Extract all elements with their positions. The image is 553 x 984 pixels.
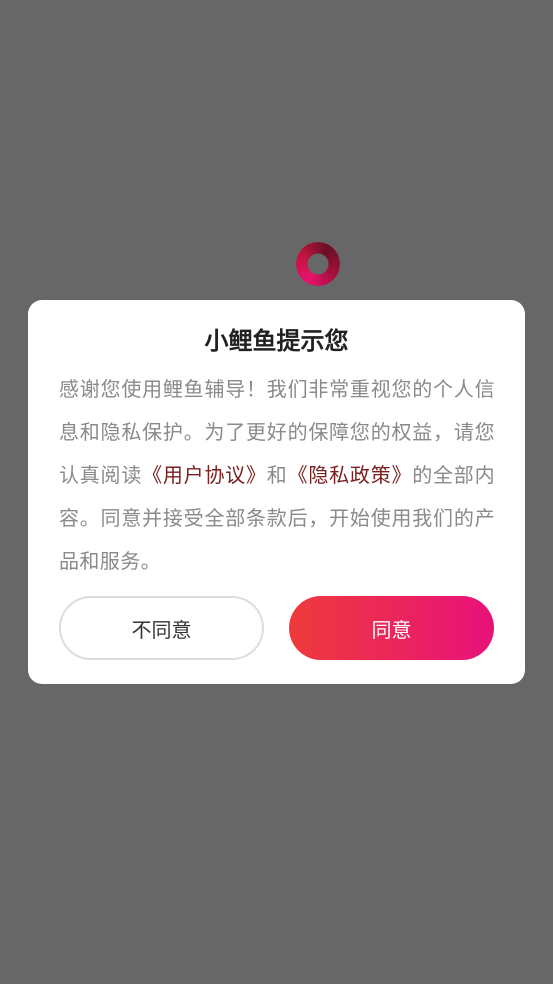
privacy-consent-dialog: 小鲤鱼提示您 感谢您使用鲤鱼辅导！我们非常重视您的个人信息和隐私保护。为了更好的… <box>28 300 525 684</box>
agree-button[interactable]: 同意 <box>289 596 494 660</box>
user-agreement-link[interactable]: 《用户协议》 <box>142 463 267 487</box>
dialog-body: 感谢您使用鲤鱼辅导！我们非常重视您的个人信息和隐私保护。为了更好的保障您的权益，… <box>59 368 495 583</box>
disagree-button[interactable]: 不同意 <box>59 596 264 660</box>
privacy-policy-link[interactable]: 《隐私政策》 <box>288 463 413 487</box>
loading-spinner-icon <box>296 242 340 286</box>
dialog-title: 小鲤鱼提示您 <box>204 327 349 355</box>
conjunction-text: 和 <box>266 463 288 487</box>
